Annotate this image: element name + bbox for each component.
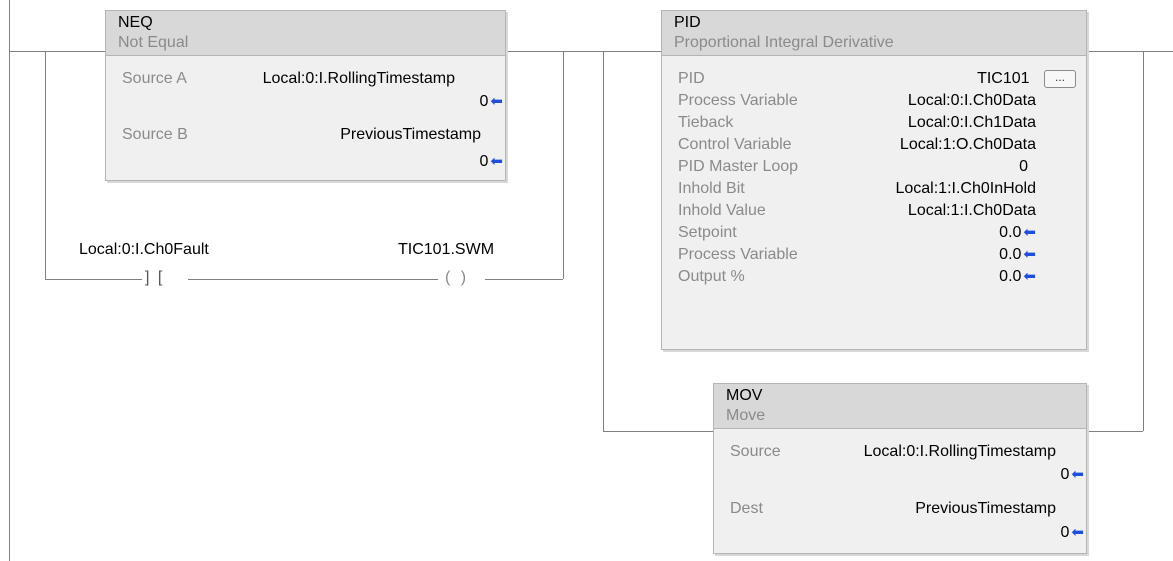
source-label: Source [730, 443, 781, 460]
arrow-left-icon: ⬅ [1023, 246, 1036, 263]
arrow-left-icon: ⬅ [1071, 524, 1084, 541]
value-text: 0 [1060, 524, 1070, 541]
pid-master-loop-label: PID Master Loop [678, 158, 799, 175]
pid-tag-text: TIC101 [977, 70, 1030, 87]
source-a-label: Source A [122, 70, 187, 87]
source-b-value: 0 ⬅ [480, 152, 503, 172]
inhold-bit-label: Inhold Bit [678, 180, 745, 197]
value-text: 0.0 [999, 246, 1022, 263]
arrow-left-icon: ⬅ [1023, 224, 1036, 241]
ellipsis-button[interactable]: ... [1044, 69, 1076, 88]
coil-glyph[interactable]: ( ) [445, 268, 469, 288]
arrow-left-icon: ⬅ [490, 93, 503, 110]
arrow-left-icon: ⬅ [490, 153, 503, 170]
contact-tag[interactable]: Local:0:I.Ch0Fault [79, 240, 209, 260]
branch-wire [603, 51, 604, 431]
dest-tag[interactable]: PreviousTimestamp [915, 499, 1056, 519]
instruction-name: MOV [726, 387, 763, 404]
control-variable-label: Control Variable [678, 136, 792, 153]
output-percent-label: Output % [678, 268, 745, 285]
value-text: 0.0 [999, 224, 1022, 241]
branch-wire [45, 51, 46, 279]
dest-value: 0 ⬅ [1061, 523, 1084, 543]
mov-header: MOV Move [714, 384, 1086, 429]
output-percent-value: 0.0 ⬅ [999, 267, 1036, 287]
arrow-left-icon: ⬅ [1023, 268, 1036, 285]
process-variable-tag[interactable]: Local:0:I.Ch0Data [908, 91, 1036, 111]
branch-wire [45, 279, 142, 280]
neq-instruction[interactable]: NEQ Not Equal Source A Local:0:I.Rolling… [105, 10, 506, 181]
branch-wire [1143, 51, 1144, 431]
pid-label: PID [678, 70, 705, 87]
instruction-name: PID [674, 14, 701, 31]
value-text: 0 [479, 93, 489, 110]
pid-header: PID Proportional Integral Derivative [662, 11, 1086, 56]
dest-label: Dest [730, 500, 763, 517]
neq-header: NEQ Not Equal [106, 11, 505, 56]
inhold-value-label: Inhold Value [678, 202, 766, 219]
branch-wire [603, 431, 713, 432]
source-a-value: 0 ⬅ [480, 92, 503, 112]
mov-instruction[interactable]: MOV Move Source Local:0:I.RollingTimesta… [713, 383, 1087, 554]
value-text: 0 [1060, 466, 1070, 483]
branch-wire [188, 279, 438, 280]
instruction-description: Move [726, 407, 766, 424]
source-b-tag[interactable]: PreviousTimestamp [340, 125, 481, 145]
inhold-bit-tag[interactable]: Local:1:I.Ch0InHold [895, 179, 1036, 199]
tieback-label: Tieback [678, 114, 734, 131]
branch-wire [1085, 431, 1143, 432]
setpoint-value: 0.0 ⬅ [999, 223, 1036, 243]
branch-wire [563, 51, 564, 279]
pid-tag[interactable]: TIC101 ... [977, 69, 1076, 89]
source-b-label: Source B [122, 126, 188, 143]
source-tag[interactable]: Local:0:I.RollingTimestamp [864, 442, 1056, 462]
value-text: 0.0 [999, 268, 1022, 285]
coil-tag[interactable]: TIC101.SWM [398, 240, 494, 260]
setpoint-label: Setpoint [678, 224, 737, 241]
pid-master-loop-value[interactable]: 0 [1019, 157, 1028, 177]
contact-glyph[interactable]: ] [ [145, 268, 164, 288]
instruction-description: Not Equal [118, 34, 189, 51]
pid-instruction[interactable]: PID Proportional Integral Derivative PID… [661, 10, 1087, 350]
control-variable-tag[interactable]: Local:1:O.Ch0Data [900, 135, 1036, 155]
value-text: 0 [479, 153, 489, 170]
arrow-left-icon: ⬅ [1071, 466, 1084, 483]
process-variable-label: Process Variable [678, 92, 798, 109]
rung-wire-top [1085, 51, 1173, 52]
instruction-name: NEQ [118, 14, 153, 31]
branch-wire [485, 279, 563, 280]
process-variable-out-label: Process Variable [678, 246, 798, 263]
left-power-rail [9, 0, 10, 561]
source-a-tag[interactable]: Local:0:I.RollingTimestamp [263, 69, 455, 89]
instruction-description: Proportional Integral Derivative [674, 34, 894, 51]
rung-wire-top [505, 51, 661, 52]
process-variable-out-value: 0.0 ⬅ [999, 245, 1036, 265]
tieback-tag[interactable]: Local:0:I.Ch1Data [908, 113, 1036, 133]
inhold-value-tag[interactable]: Local:1:I.Ch0Data [908, 201, 1036, 221]
rung-wire-top [9, 51, 105, 52]
source-value: 0 ⬅ [1061, 465, 1084, 485]
